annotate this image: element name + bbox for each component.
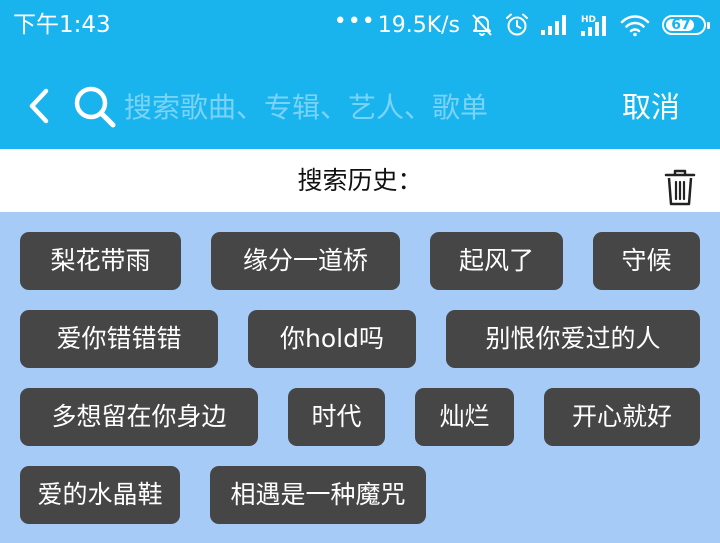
search-input[interactable] xyxy=(124,82,564,132)
wifi-icon xyxy=(620,15,650,37)
history-tag[interactable]: 灿烂 xyxy=(415,388,514,446)
history-tag[interactable]: 起风了 xyxy=(430,232,563,290)
history-tag[interactable]: 相遇是一种魔咒 xyxy=(210,466,426,524)
chevron-left-icon[interactable] xyxy=(24,86,56,126)
history-tag[interactable]: 缘分一道桥 xyxy=(211,232,400,290)
battery-nub xyxy=(707,22,710,29)
hd-signal-strength-icon: HD xyxy=(581,15,606,36)
hd-label: HD xyxy=(581,15,596,25)
search-history-header: 搜索历史： xyxy=(0,149,720,212)
history-tag[interactable]: 爱你错错错 xyxy=(20,310,218,368)
history-tag[interactable]: 开心就好 xyxy=(544,388,700,446)
battery-icon: 67 xyxy=(662,15,710,35)
status-time: 下午1:43 xyxy=(13,12,111,38)
trash-icon[interactable] xyxy=(664,167,696,207)
silent-bell-icon xyxy=(472,14,492,36)
signal-strength-icon xyxy=(541,15,566,35)
history-tag[interactable]: 守候 xyxy=(593,232,700,290)
search-history-title: 搜索历史： xyxy=(297,166,423,195)
network-speed: 19.5K/s xyxy=(377,12,460,38)
cancel-button[interactable]: 取消 xyxy=(622,86,680,128)
battery-level: 67 xyxy=(671,17,691,33)
history-tag[interactable]: 时代 xyxy=(288,388,385,446)
search-icon xyxy=(74,86,116,128)
history-tag[interactable]: 你hold吗 xyxy=(248,310,416,368)
history-tag[interactable]: 爱的水晶鞋 xyxy=(20,466,180,524)
history-tag[interactable]: 梨花带雨 xyxy=(20,232,181,290)
notification-dots: ••• xyxy=(333,8,376,34)
history-tag[interactable]: 多想留在你身边 xyxy=(20,388,258,446)
history-tag[interactable]: 别恨你爱过的人 xyxy=(446,310,700,368)
alarm-clock-icon xyxy=(506,13,528,36)
app-header: 下午1:43 ••• 19.5K/s HD 67 搜索歌曲、专辑、艺人、歌单 取… xyxy=(0,0,720,149)
status-bar-icons: ••• 19.5K/s HD 67 xyxy=(333,8,710,42)
